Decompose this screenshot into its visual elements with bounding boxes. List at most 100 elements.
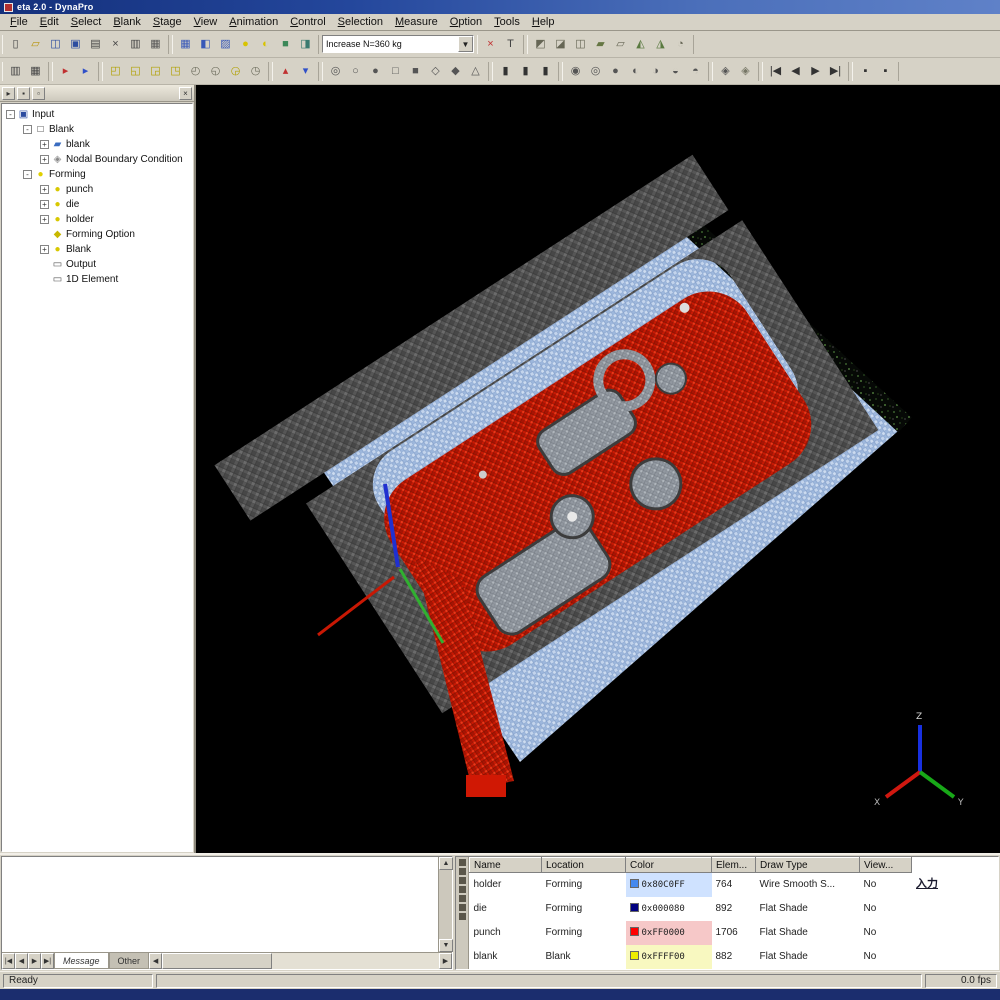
new-icon[interactable]: ▯ bbox=[6, 35, 25, 54]
menu-animation[interactable]: Animation bbox=[223, 15, 284, 29]
tab-nav-icon-3[interactable]: ▶| bbox=[41, 953, 54, 969]
menu-view[interactable]: View bbox=[188, 15, 224, 29]
animate-icon[interactable]: ◉ bbox=[566, 62, 585, 81]
next-stage-icon[interactable]: ▸ bbox=[76, 62, 95, 81]
pan-icon[interactable]: □ bbox=[386, 62, 405, 81]
iso-view-icon[interactable]: ◶ bbox=[226, 62, 245, 81]
copy-icon[interactable]: ▥ bbox=[126, 35, 145, 54]
prev-stage-icon[interactable]: ▸ bbox=[56, 62, 75, 81]
table-row-blank[interactable]: blankBlank0xFFFF00882Flat ShadeNo bbox=[470, 945, 912, 969]
axis-toggle-icon[interactable]: ▦ bbox=[26, 62, 45, 81]
expand-icon[interactable]: + bbox=[40, 155, 49, 164]
tree-item-output[interactable]: ▭Output bbox=[2, 257, 192, 272]
menu-stage[interactable]: Stage bbox=[147, 15, 188, 29]
menu-help[interactable]: Help bbox=[526, 15, 561, 29]
spotlight-icon[interactable]: ◐ bbox=[256, 35, 275, 54]
collapse-icon[interactable]: - bbox=[23, 170, 32, 179]
table-row-holder[interactable]: holderForming0x80C0FF764Wire Smooth S...… bbox=[470, 873, 912, 897]
menu-control[interactable]: Control bbox=[284, 15, 331, 29]
left-view-icon[interactable]: ◲ bbox=[146, 62, 165, 81]
tree-item-die[interactable]: +●die bbox=[2, 197, 192, 212]
mirror-icon[interactable]: ◈ bbox=[716, 62, 735, 81]
tab-message[interactable]: Message bbox=[54, 953, 109, 969]
perspective-view-icon[interactable]: ◷ bbox=[246, 62, 265, 81]
tree-item-holder[interactable]: +●holder bbox=[2, 212, 192, 227]
mesh-view-icon[interactable]: ▦ bbox=[176, 35, 195, 54]
column-header-name[interactable]: Name bbox=[470, 858, 542, 873]
menu-edit[interactable]: Edit bbox=[34, 15, 65, 29]
shade-mode-icon[interactable]: ◒ bbox=[666, 62, 685, 81]
refresh-view-icon[interactable]: △ bbox=[466, 62, 485, 81]
scroll-down-icon[interactable]: ▼ bbox=[439, 939, 453, 952]
menu-option[interactable]: Option bbox=[444, 15, 488, 29]
column-header-view[interactable]: View... bbox=[860, 858, 912, 873]
tree-item-1d-element[interactable]: ▭1D Element bbox=[2, 272, 192, 287]
bottom-view-icon[interactable]: ◱ bbox=[126, 62, 145, 81]
tree-item-punch[interactable]: +●punch bbox=[2, 182, 192, 197]
select-line-icon[interactable]: ▱ bbox=[611, 35, 630, 54]
grid-toggle-icon[interactable]: ▥ bbox=[6, 62, 25, 81]
loop-icon[interactable]: ◎ bbox=[586, 62, 605, 81]
scroll-right-icon[interactable]: ▶ bbox=[439, 953, 452, 969]
column-header-location[interactable]: Location bbox=[542, 858, 626, 873]
menu-select[interactable]: Select bbox=[65, 15, 108, 29]
menu-tools[interactable]: Tools bbox=[488, 15, 526, 29]
light-icon[interactable]: ● bbox=[236, 35, 255, 54]
clip-z-icon[interactable]: ▮ bbox=[536, 62, 555, 81]
message-text-area[interactable] bbox=[2, 857, 438, 952]
rotate-cw-icon[interactable]: ▴ bbox=[276, 62, 295, 81]
clip-x-icon[interactable]: ▮ bbox=[496, 62, 515, 81]
column-header-drawtype[interactable]: Draw Type bbox=[756, 858, 860, 873]
select-part-icon[interactable]: ◫ bbox=[571, 35, 590, 54]
zoom-out-icon[interactable]: ● bbox=[366, 62, 385, 81]
pin-icon[interactable]: ▫ bbox=[32, 87, 45, 100]
clip-y-icon[interactable]: ▮ bbox=[516, 62, 535, 81]
expand-icon[interactable]: + bbox=[40, 200, 49, 209]
save-icon[interactable]: ◫ bbox=[46, 35, 65, 54]
column-header-elem[interactable]: Elem... bbox=[712, 858, 756, 873]
back-view-icon[interactable]: ◵ bbox=[206, 62, 225, 81]
zoom-in-icon[interactable]: ○ bbox=[346, 62, 365, 81]
select-node-icon[interactable]: ◩ bbox=[531, 35, 550, 54]
scroll-up-icon[interactable]: ▲ bbox=[439, 857, 453, 870]
tree-item-nodal-boundary-condition[interactable]: +◈Nodal Boundary Condition bbox=[2, 152, 192, 167]
message-vertical-scrollbar[interactable]: ▲ ▼ bbox=[438, 857, 452, 952]
scrollbar-track[interactable] bbox=[272, 953, 439, 969]
refresh-tree-icon[interactable]: ▪ bbox=[17, 87, 30, 100]
marker-b-icon[interactable]: ▪ bbox=[876, 62, 895, 81]
rotate-view-icon[interactable]: ■ bbox=[406, 62, 425, 81]
graphics-viewport[interactable]: Z X Y bbox=[196, 85, 1000, 853]
snapshot-icon[interactable]: ◨ bbox=[296, 35, 315, 54]
select-circle-icon[interactable]: ◔ bbox=[671, 35, 690, 54]
front-view-icon[interactable]: ◴ bbox=[186, 62, 205, 81]
select-surface-icon[interactable]: ▰ bbox=[591, 35, 610, 54]
first-frame-icon[interactable]: |◀ bbox=[766, 62, 785, 81]
scroll-left-icon[interactable]: ◀ bbox=[149, 953, 162, 969]
close-icon[interactable]: × bbox=[179, 87, 192, 100]
next-frame-icon[interactable]: ▶ bbox=[806, 62, 825, 81]
tree-item-input[interactable]: -▣Input bbox=[2, 107, 192, 122]
message-horizontal-scrollbar[interactable]: ◀▶ bbox=[149, 953, 452, 969]
tab-nav-icon-2[interactable]: ▶ bbox=[28, 953, 41, 969]
save-all-icon[interactable]: ▣ bbox=[66, 35, 85, 54]
menu-file[interactable]: File bbox=[4, 15, 34, 29]
shade-view-icon[interactable]: ◧ bbox=[196, 35, 215, 54]
expand-icon[interactable]: + bbox=[40, 215, 49, 224]
delete-icon[interactable]: × bbox=[481, 35, 500, 54]
collapse-icon[interactable]: - bbox=[6, 110, 15, 119]
tab-nav-icon-1[interactable]: ◀ bbox=[15, 953, 28, 969]
rotate-ccw-icon[interactable]: ▾ bbox=[296, 62, 315, 81]
expand-icon[interactable]: + bbox=[40, 245, 49, 254]
expand-icon[interactable]: + bbox=[40, 185, 49, 194]
contour-mode-icon[interactable]: ◓ bbox=[686, 62, 705, 81]
tab-other[interactable]: Other bbox=[109, 953, 150, 969]
wireframe-view-icon[interactable]: ▨ bbox=[216, 35, 235, 54]
scrollbar-thumb[interactable] bbox=[162, 953, 272, 969]
clear-screen-icon[interactable]: ■ bbox=[276, 35, 295, 54]
select-box-icon[interactable]: ◮ bbox=[651, 35, 670, 54]
stage-combo[interactable]: Increase N=360 kg ▼ bbox=[322, 35, 474, 53]
cut-icon[interactable]: × bbox=[106, 35, 125, 54]
tree-item-blank[interactable]: -□Blank bbox=[2, 122, 192, 137]
print-icon[interactable]: ▤ bbox=[86, 35, 105, 54]
frame-mode-icon[interactable]: ◑ bbox=[646, 62, 665, 81]
